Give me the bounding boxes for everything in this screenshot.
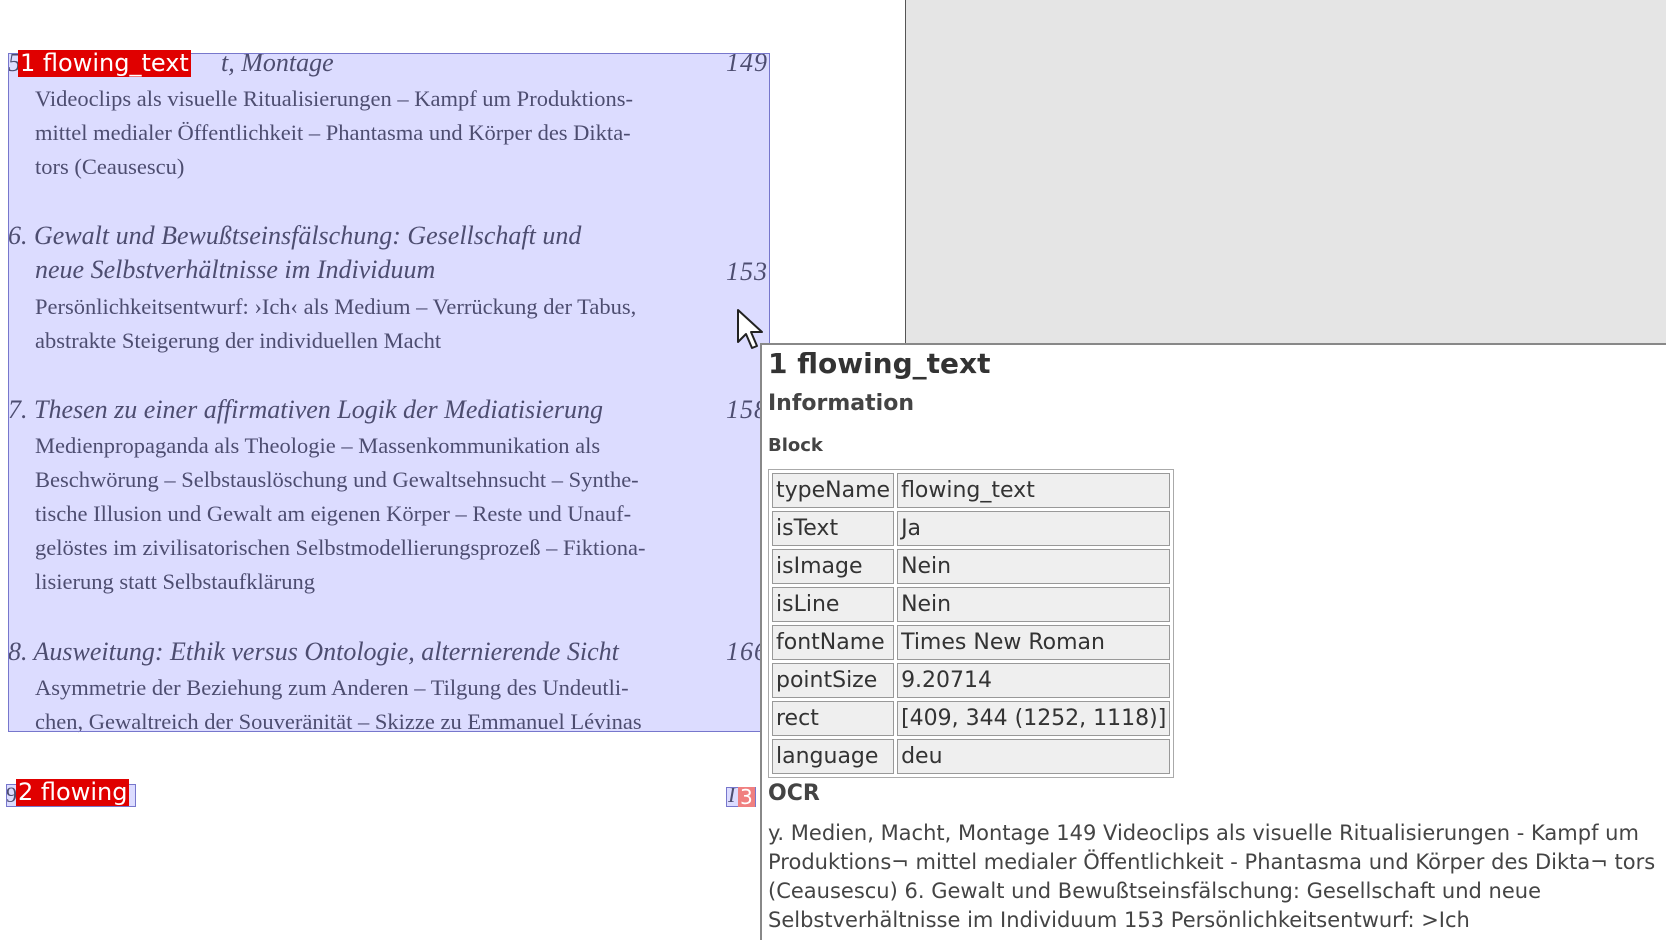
property-value: Times New Roman xyxy=(897,625,1171,660)
block-1-flowing-text-region[interactable] xyxy=(8,53,770,732)
table-row: language deu xyxy=(772,739,1171,774)
block-properties-table: typeName flowing_text isText Ja isImage Nei… xyxy=(768,469,1175,778)
property-key: fontName xyxy=(772,625,895,660)
table-row: isText Ja xyxy=(772,511,1171,546)
table-row: isLine Nein xyxy=(772,587,1171,622)
block-3-label: 3 xyxy=(738,785,755,809)
property-key: typeName xyxy=(772,473,895,508)
table-row: isImage Nein xyxy=(772,549,1171,584)
property-key: language xyxy=(772,739,895,774)
ocr-heading: OCR xyxy=(768,781,820,806)
ocr-text: y. Medien, Macht, Montage 149 Videoclips… xyxy=(768,821,1656,932)
popup-section-heading: Information xyxy=(768,391,914,416)
property-value: deu xyxy=(897,739,1171,774)
property-key: isLine xyxy=(772,587,895,622)
property-key: isImage xyxy=(772,549,895,584)
property-value: [409, 344 (1252, 1118)] xyxy=(897,701,1171,736)
popup-subsection-heading: Block xyxy=(768,435,823,456)
property-key: pointSize xyxy=(772,663,895,698)
table-row: typeName flowing_text xyxy=(772,473,1171,508)
table-row: rect [409, 344 (1252, 1118)] xyxy=(772,701,1171,736)
property-value: Nein xyxy=(897,549,1171,584)
block-info-popup: 1 flowing_text Information Block typeNam… xyxy=(760,343,1666,940)
property-value: Ja xyxy=(897,511,1171,546)
popup-title: 1 flowing_text xyxy=(768,347,991,380)
property-value: flowing_text xyxy=(897,473,1171,508)
property-key: rect xyxy=(772,701,895,736)
property-value: 9.20714 xyxy=(897,663,1171,698)
property-key: isText xyxy=(772,511,895,546)
preview-background-panel xyxy=(905,0,1666,343)
block-2-label: 2 flowing xyxy=(16,778,130,806)
property-value: Nein xyxy=(897,587,1171,622)
table-row: pointSize 9.20714 xyxy=(772,663,1171,698)
block-1-label: 1 flowing_text xyxy=(18,49,191,77)
table-row: fontName Times New Roman xyxy=(772,625,1171,660)
